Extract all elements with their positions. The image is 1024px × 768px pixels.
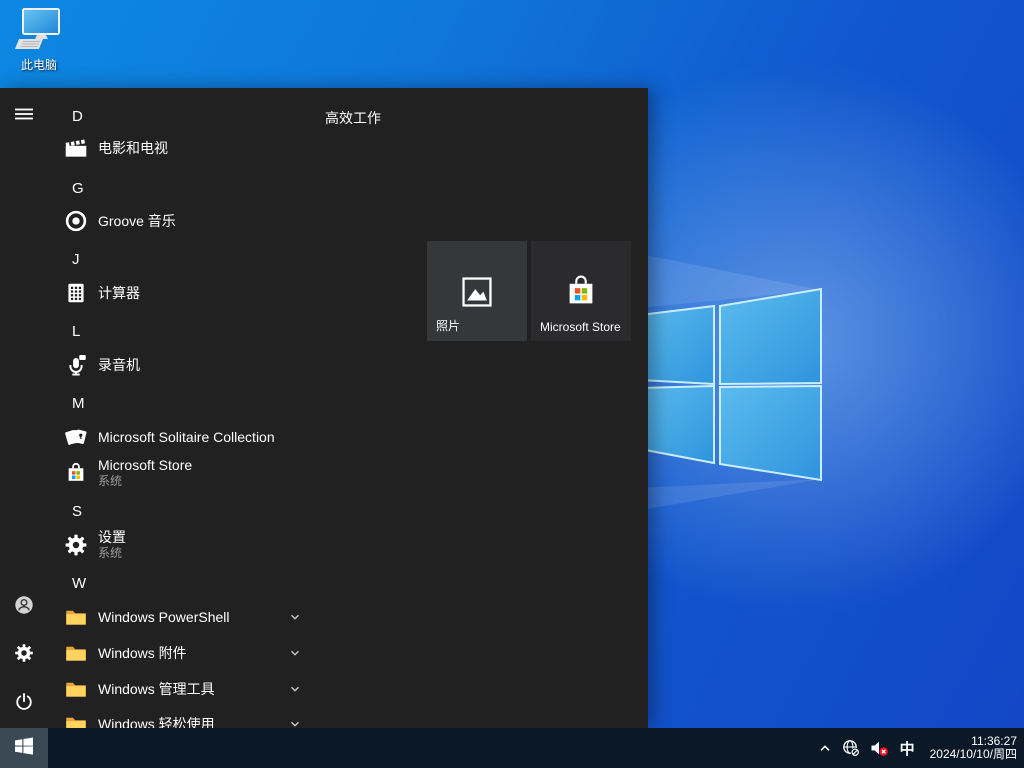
section-letter-W[interactable]: W — [60, 565, 272, 601]
chevron-down-icon[interactable] — [288, 682, 302, 696]
rail-expand-menu-button[interactable] — [0, 92, 48, 140]
start-app-item[interactable]: Windows 管理工具 — [60, 671, 322, 707]
app-label: Windows PowerShell — [98, 609, 230, 625]
start-app-item[interactable]: Windows PowerShell — [60, 599, 322, 635]
app-texts: Microsoft Store 系统 — [98, 457, 192, 489]
taskbar: 中 11:36:27 2024/10/10/周四 — [0, 728, 1024, 768]
start-button[interactable] — [0, 728, 48, 768]
app-texts: 录音机 — [98, 357, 140, 373]
solitaire-icon — [63, 424, 89, 450]
app-sublabel: 系统 — [98, 547, 126, 561]
desktop-icon-label: 此电脑 — [10, 56, 68, 73]
start-menu: D 电影和电视 G Groove 音乐 J 计算器 L 录音机 M Microsoft Solit… — [0, 88, 648, 728]
rail-user-button[interactable] — [0, 583, 48, 631]
section-letter-G[interactable]: G — [60, 170, 272, 206]
start-app-item[interactable]: Windows 附件 — [60, 635, 322, 671]
app-texts: 电影和电视 — [98, 140, 168, 156]
app-texts: 设置系统 — [98, 529, 126, 561]
app-label: Microsoft Solitaire Collection — [98, 429, 275, 445]
taskbar-clock[interactable]: 11:36:27 2024/10/10/周四 — [930, 735, 1017, 761]
groove-music-icon — [63, 208, 89, 234]
tray-volume-muted-icon[interactable] — [869, 739, 889, 757]
tile-label: 照片 — [436, 317, 460, 334]
app-texts: Windows 附件 — [98, 645, 187, 661]
start-app-item[interactable]: Groove 音乐 — [60, 203, 322, 239]
start-app-item[interactable]: Microsoft Store 系统 — [60, 451, 322, 495]
tile-group-title: 高效工作 — [325, 108, 381, 128]
app-label: Windows 管理工具 — [98, 681, 215, 697]
folder-icon — [63, 604, 89, 630]
settings-icon — [63, 532, 89, 558]
tray-ime-indicator[interactable]: 中 — [898, 738, 917, 759]
rail-power-button[interactable] — [0, 680, 48, 728]
start-app-item[interactable]: 录音机 — [60, 347, 322, 383]
windows-logo-icon — [14, 736, 34, 761]
system-tray: 中 11:36:27 2024/10/10/周四 — [817, 735, 1024, 761]
start-app-item[interactable]: 设置系统 — [60, 523, 322, 567]
calculator-icon — [63, 280, 89, 306]
tile-label: Microsoft Store — [540, 320, 621, 334]
app-label: 录音机 — [98, 357, 140, 373]
folder-icon — [63, 676, 89, 702]
gear-icon — [13, 642, 35, 669]
app-texts: Windows 管理工具 — [98, 681, 215, 697]
store-icon — [63, 460, 89, 486]
app-sublabel: 系统 — [98, 475, 192, 489]
app-label: 计算器 — [98, 285, 140, 301]
power-icon — [13, 691, 35, 718]
tile-photos[interactable]: 照片 — [427, 241, 527, 341]
store-tile-icon — [560, 271, 602, 313]
app-label: Windows 附件 — [98, 645, 187, 661]
hamburger-icon — [14, 104, 34, 129]
start-app-item[interactable]: Microsoft Solitaire Collection — [60, 419, 322, 455]
app-texts: 计算器 — [98, 285, 140, 301]
start-app-item[interactable]: 计算器 — [60, 275, 322, 311]
chevron-down-icon[interactable] — [288, 646, 302, 660]
app-texts: Windows PowerShell — [98, 609, 230, 625]
folder-icon — [63, 640, 89, 666]
voice-recorder-icon — [63, 352, 89, 378]
app-label: Groove 音乐 — [98, 213, 176, 229]
app-texts: Groove 音乐 — [98, 213, 176, 229]
desktop: 此电脑 D 电影和电视 G Groove 音乐 J 计算器 L 录音机 M Microsoft S… — [0, 0, 1024, 768]
tray-chevron-up-icon[interactable] — [817, 740, 833, 756]
user-icon — [13, 594, 35, 621]
app-label: 电影和电视 — [98, 140, 168, 156]
start-app-item[interactable]: 电影和电视 — [60, 130, 322, 166]
section-letter-D[interactable]: D — [60, 98, 272, 134]
tray-network-globe-icon[interactable] — [842, 739, 860, 757]
this-pc-icon — [15, 41, 63, 55]
app-texts: Microsoft Solitaire Collection — [98, 429, 275, 445]
section-letter-J[interactable]: J — [60, 241, 272, 277]
app-label: Microsoft Store — [98, 457, 192, 473]
section-letter-M[interactable]: M — [60, 385, 272, 421]
movies-tv-icon — [63, 135, 89, 161]
photos-icon — [460, 275, 494, 309]
clock-date: 2024/10/10/周四 — [930, 748, 1017, 761]
section-letter-L[interactable]: L — [60, 313, 272, 349]
tile-microsoft-store[interactable]: Microsoft Store — [531, 241, 631, 341]
rail-settings-button[interactable] — [0, 631, 48, 679]
app-label: 设置 — [98, 529, 126, 545]
desktop-icon-this-pc[interactable]: 此电脑 — [10, 8, 68, 73]
chevron-down-icon[interactable] — [288, 610, 302, 624]
start-menu-rail — [0, 88, 48, 728]
